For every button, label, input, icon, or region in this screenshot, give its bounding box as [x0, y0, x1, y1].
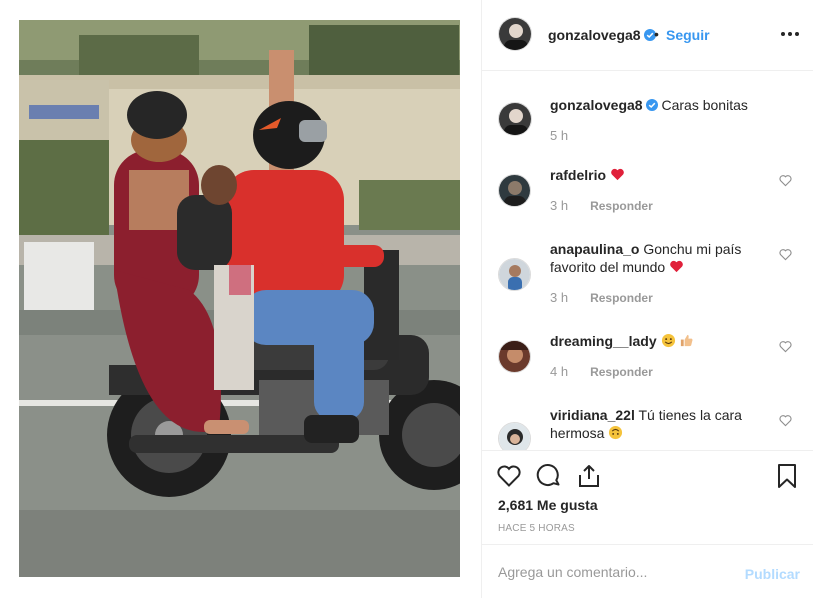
caption-meta: 5 h — [550, 128, 568, 143]
comment-text-block: viridiana_22l Tú tienes la cara hermosa — [550, 406, 765, 442]
comment-username[interactable]: viridiana_22l — [550, 407, 635, 423]
post-timestamp: Hace 5 horas — [498, 523, 575, 534]
follow-button[interactable]: Seguir — [666, 27, 710, 43]
comment-avatar-image — [499, 423, 530, 450]
comment-avatar[interactable] — [498, 340, 531, 373]
comment-like-icon[interactable] — [779, 414, 792, 427]
comment-avatar-image — [499, 175, 530, 206]
upside-down-face-emoji — [609, 425, 623, 440]
author-avatar-image — [499, 18, 531, 50]
caption-avatar[interactable] — [498, 102, 532, 136]
comments-list[interactable]: gonzalovega8 Caras bonitas 5 h rafdelrio… — [482, 72, 813, 450]
caption-username[interactable]: gonzalovega8 — [550, 97, 643, 113]
comment-username[interactable]: rafdelrio — [550, 167, 606, 183]
post-media-area — [0, 0, 481, 598]
likes-count[interactable]: 2,681 Me gusta — [498, 497, 598, 513]
comment-like-icon[interactable] — [779, 340, 792, 353]
comment-row: anapaulina_o Gonchu mi país favorito del… — [482, 238, 813, 318]
comment-input[interactable] — [498, 559, 738, 585]
heart-emoji — [670, 260, 683, 273]
comment-row: dreaming__lady 4 h Responder — [482, 330, 813, 390]
caption-time: 5 h — [550, 128, 569, 143]
comment-meta: 3 h Responder — [550, 198, 653, 213]
caption-text: Caras bonitas — [661, 97, 748, 113]
post-side-panel: gonzalovega8 • Seguir gonzalovega8 Caras… — [481, 0, 813, 598]
header-separator: • — [654, 26, 659, 42]
heart-icon[interactable] — [496, 463, 522, 489]
comment-time: 3 h — [550, 290, 569, 305]
add-comment-section: Publicar — [482, 544, 813, 598]
reply-button[interactable]: Responder — [590, 291, 653, 305]
publish-button[interactable]: Publicar — [745, 566, 800, 582]
comment-meta: 3 h Responder — [550, 290, 653, 305]
caption-avatar-image — [499, 103, 531, 135]
comment-row: rafdelrio 3 h Responder — [482, 164, 813, 224]
comment-avatar[interactable] — [498, 174, 531, 207]
post-photo-illustration — [19, 20, 460, 577]
reply-button[interactable]: Responder — [590, 365, 653, 379]
heart-emoji — [611, 168, 624, 181]
smile-emoji — [661, 333, 675, 348]
comment-avatar-image — [499, 259, 530, 290]
more-options-icon[interactable] — [780, 26, 800, 42]
author-username[interactable]: gonzalovega8 — [548, 27, 656, 43]
comment-time: 4 h — [550, 364, 569, 379]
comment-icon[interactable] — [536, 463, 562, 489]
post-photo[interactable] — [19, 20, 460, 577]
comment-like-icon[interactable] — [779, 248, 792, 261]
post-header: gonzalovega8 • Seguir — [482, 0, 813, 71]
comment-avatar[interactable] — [498, 422, 531, 450]
comment-time: 3 h — [550, 198, 569, 213]
caption-row: gonzalovega8 Caras bonitas 5 h — [482, 97, 813, 160]
post-actions: 2,681 Me gusta Hace 5 horas — [482, 450, 813, 544]
comment-row: viridiana_22l Tú tienes la cara hermosa — [482, 404, 813, 450]
comment-text-block: rafdelrio — [550, 166, 765, 184]
comment-meta: 4 h Responder — [550, 364, 653, 379]
bookmark-icon[interactable] — [774, 463, 800, 489]
comment-like-icon[interactable] — [779, 174, 792, 187]
author-avatar[interactable] — [498, 17, 532, 51]
comment-avatar-image — [499, 341, 530, 372]
comment-username[interactable]: anapaulina_o — [550, 241, 639, 257]
thumbs-up-emoji — [681, 334, 693, 347]
caption-text-block: gonzalovega8 Caras bonitas — [550, 96, 765, 114]
comment-username[interactable]: dreaming__lady — [550, 333, 657, 349]
reply-button[interactable]: Responder — [590, 199, 653, 213]
comment-text-block: anapaulina_o Gonchu mi país favorito del… — [550, 240, 765, 276]
verified-badge-icon — [645, 99, 658, 111]
author-username-text[interactable]: gonzalovega8 — [548, 27, 641, 43]
comment-text-block: dreaming__lady — [550, 332, 765, 350]
share-icon[interactable] — [576, 463, 602, 489]
comment-avatar[interactable] — [498, 258, 531, 291]
